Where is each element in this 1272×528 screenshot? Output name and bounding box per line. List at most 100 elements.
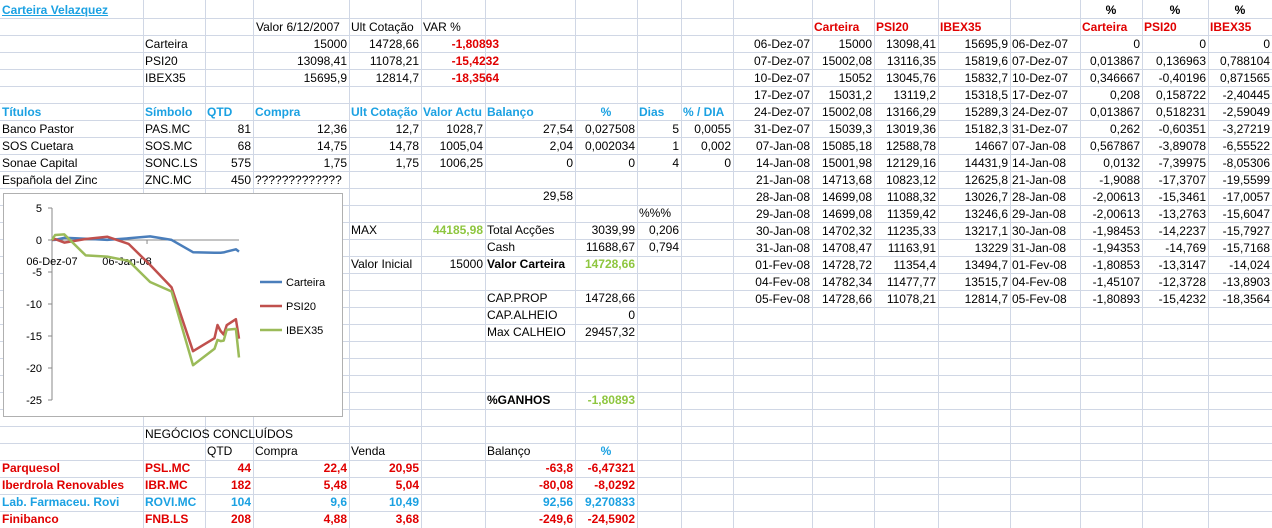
history-pct-ibex35: -8,05306 bbox=[1222, 156, 1270, 170]
history-carteira: 15002,08 bbox=[821, 105, 872, 119]
deal-venda: 10,49 bbox=[388, 495, 419, 509]
history-psi20: 11078,21 bbox=[886, 292, 936, 306]
deal-venda: 20,95 bbox=[388, 461, 419, 475]
performance-chart[interactable]: 5 0 -5 -10 -15 -20 -25 06-Dez-07 06-Jan-08 Cartei… bbox=[3, 193, 343, 417]
history-pct-carteira: 0 bbox=[1133, 37, 1140, 51]
holding-symbol: SOS.MC bbox=[145, 139, 193, 153]
history-pct-carteira: 0,567867 bbox=[1089, 139, 1140, 153]
history-pct-psi20: -14,769 bbox=[1165, 241, 1206, 255]
history-pct-ibex35: -19,5599 bbox=[1222, 173, 1270, 187]
summary-valor: 15695,9 bbox=[303, 71, 347, 85]
history-date2: 30-Jan-08 bbox=[1012, 224, 1067, 238]
holding-dias: 1 bbox=[672, 139, 679, 153]
history-pct-psi20: -7,39975 bbox=[1158, 156, 1206, 170]
cash-label: Cash bbox=[487, 240, 516, 254]
history-pct-psi20: -13,2763 bbox=[1158, 207, 1206, 221]
total-accoes-label: Total Acções bbox=[487, 223, 555, 237]
history-psi20: 11088,32 bbox=[886, 190, 936, 204]
holdings-header-pct: % bbox=[600, 105, 612, 119]
history-carteira: 14782,34 bbox=[821, 275, 872, 289]
deal-balanco: -249,6 bbox=[538, 512, 573, 526]
history-pct-ibex35: -2,40445 bbox=[1222, 88, 1270, 102]
y-tick-label: -10 bbox=[26, 299, 42, 311]
holding-pdia: 0,002 bbox=[700, 139, 731, 153]
history-psi20: 13116,35 bbox=[886, 54, 936, 68]
history-date2: 31-Jan-08 bbox=[1012, 241, 1067, 255]
deal-compra: 9,6 bbox=[330, 495, 347, 509]
deal-venda: 5,04 bbox=[395, 478, 419, 492]
history-pct-col-ibex35: IBEX35 bbox=[1210, 20, 1252, 34]
history-pct-psi20: -14,2237 bbox=[1158, 224, 1206, 238]
history-psi20: 13119,2 bbox=[893, 88, 937, 102]
deal-symbol: IBR.MC bbox=[145, 478, 188, 492]
history-date2: 04-Fev-08 bbox=[1012, 275, 1067, 289]
holding-title: Española del Zinc bbox=[2, 173, 98, 187]
summary-name: PSI20 bbox=[145, 54, 178, 68]
ganhos-label: %GANHOS bbox=[487, 393, 551, 407]
history-pct-carteira: -1,94353 bbox=[1092, 241, 1140, 255]
holdings-header-compra: Compra bbox=[255, 105, 301, 119]
history-psi20: 11163,91 bbox=[887, 241, 936, 255]
holdings-header-simbolo: Símbolo bbox=[145, 105, 193, 119]
summary-var: -18,3564 bbox=[451, 71, 499, 85]
history-date: 01-Fev-08 bbox=[755, 258, 810, 272]
history-pct-ibex35: -14,024 bbox=[1229, 258, 1270, 272]
history-carteira: 15000 bbox=[838, 37, 872, 51]
deal-venda: 3,68 bbox=[395, 512, 419, 526]
deal-qtd: 104 bbox=[230, 495, 251, 509]
holdings-header-valor: Valor Actu bbox=[423, 105, 482, 119]
x-tick-label: 06-Dez-07 bbox=[26, 256, 77, 268]
holding-pct: 0,002034 bbox=[584, 139, 635, 153]
history-pct-carteira: -1,45107 bbox=[1092, 275, 1140, 289]
max-label: MAX bbox=[351, 223, 378, 237]
y-tick-label: -15 bbox=[26, 331, 42, 343]
deal-compra: 4,88 bbox=[323, 512, 347, 526]
history-ibex35: 15832,7 bbox=[964, 71, 1008, 85]
holdings-header-ult: Ult Cotação bbox=[351, 105, 418, 119]
deal-title: Iberdrola Renovables bbox=[2, 478, 125, 492]
holdings-header-balanco: Balanço bbox=[487, 105, 534, 119]
history-date: 07-Dez-07 bbox=[753, 54, 810, 68]
history-carteira: 15052 bbox=[838, 71, 872, 85]
history-date: 17-Dez-07 bbox=[753, 88, 810, 102]
holding-compra: 12,36 bbox=[316, 122, 347, 136]
history-header-carteira: Carteira bbox=[814, 20, 860, 34]
deal-balanco: 92,56 bbox=[542, 495, 573, 509]
deal-balanco: -80,08 bbox=[538, 478, 573, 492]
deal-compra: 22,4 bbox=[323, 461, 347, 475]
history-date: 06-Dez-07 bbox=[753, 37, 810, 51]
cap-prop-label: CAP.PROP bbox=[487, 291, 548, 305]
summary-ult: 12814,7 bbox=[375, 71, 419, 85]
history-carteira: 14699,08 bbox=[821, 207, 872, 221]
history-date2: 21-Jan-08 bbox=[1012, 173, 1067, 187]
history-pct-ibex35: -6,55522 bbox=[1222, 139, 1270, 153]
summary-valor: 13098,41 bbox=[296, 54, 347, 68]
history-psi20: 13098,41 bbox=[885, 37, 936, 51]
history-psi20: 13045,76 bbox=[885, 71, 936, 85]
history-date2: 14-Jan-08 bbox=[1012, 156, 1067, 170]
history-date2: 06-Dez-07 bbox=[1012, 37, 1069, 51]
pct-header: %%% bbox=[639, 206, 672, 220]
history-pct-psi20: 0,518231 bbox=[1155, 105, 1206, 119]
holding-title: Sonae Capital bbox=[2, 156, 78, 170]
series-line-ibex35 bbox=[50, 233, 241, 367]
history-pct-ibex35: -15,7168 bbox=[1222, 241, 1270, 255]
history-pct-ibex35: -17,0057 bbox=[1222, 190, 1270, 204]
history-pct-ibex35: -15,7927 bbox=[1222, 224, 1270, 238]
holding-pct: 0,027508 bbox=[584, 122, 635, 136]
history-ibex35: 13229 bbox=[974, 241, 1008, 255]
history-ibex35: 13246,6 bbox=[964, 207, 1008, 221]
history-date: 05-Fev-08 bbox=[755, 292, 810, 306]
history-pct-carteira: -2,00613 bbox=[1092, 207, 1140, 221]
history-pct-ibex35: 0,788104 bbox=[1219, 54, 1270, 68]
holding-title: Banco Pastor bbox=[2, 122, 75, 136]
history-pct-header-1: % bbox=[1105, 3, 1117, 17]
cap-prop-value: 14728,66 bbox=[584, 291, 635, 305]
sheet-title[interactable]: Carteira Velazquez bbox=[0, 2, 160, 19]
deal-pct: -6,47321 bbox=[587, 461, 635, 475]
history-date2: 28-Jan-08 bbox=[1012, 190, 1067, 204]
history-date: 21-Jan-08 bbox=[755, 173, 810, 187]
history-date2: 29-Jan-08 bbox=[1012, 207, 1067, 221]
holding-dias: 4 bbox=[672, 156, 679, 170]
holdings-header-qtd: QTD bbox=[207, 105, 233, 119]
